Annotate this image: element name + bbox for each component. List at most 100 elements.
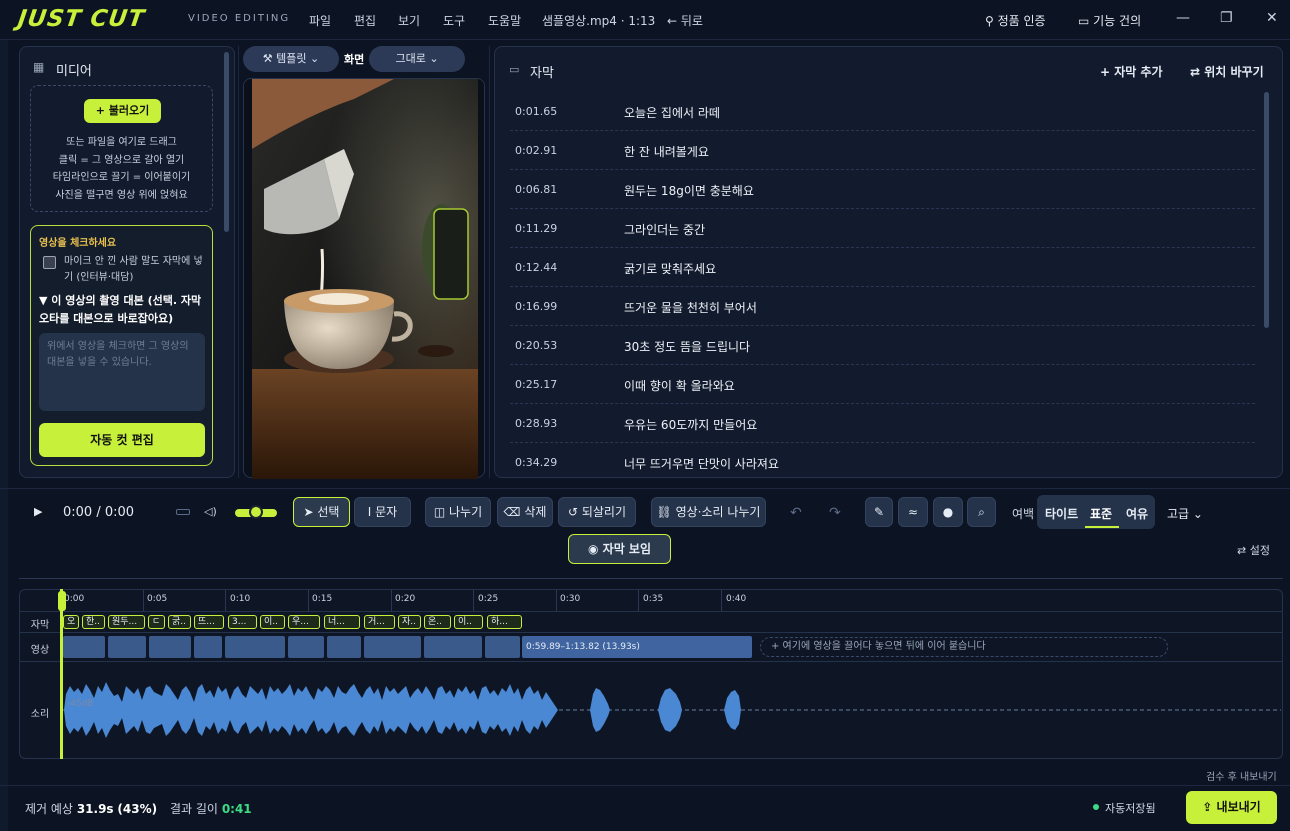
subtitle-row[interactable]: 0:12.44 굵기로 맞춰주세요 — [510, 248, 1255, 287]
zoom-icon[interactable]: ⌕ — [967, 497, 996, 527]
playhead[interactable] — [60, 589, 63, 759]
subtitle-chip[interactable]: 우... — [288, 615, 320, 629]
subtitle-text[interactable]: 원두는 18g이면 충분해요 — [624, 182, 754, 199]
minimize-icon[interactable]: — — [1176, 10, 1190, 26]
auto-cut-button[interactable]: 자동 컷 편집 — [39, 423, 205, 457]
subtitle-text[interactable]: 이때 향이 확 올라와요 — [624, 377, 735, 394]
append-dropzone[interactable]: + 여기에 영상을 끌어다 놓으면 뒤에 이어 붙습니다 — [760, 637, 1168, 657]
mic-checkbox[interactable] — [43, 256, 56, 269]
split-button[interactable]: ◫ 나누기 — [425, 497, 491, 527]
subtitle-row[interactable]: 0:34.29 너무 뜨거우면 단맛이 사라져요 — [510, 443, 1255, 470]
subtitle-chip[interactable]: 하... — [487, 615, 522, 629]
subtitle-chip[interactable]: 너... — [324, 615, 360, 629]
subtitles-scrollbar[interactable] — [1264, 92, 1269, 328]
subtitle-chip[interactable]: 굵.. — [168, 615, 191, 629]
feedback-button[interactable]: ▭ 기능 건의 — [1078, 12, 1141, 29]
redo-icon[interactable]: ↷ — [829, 505, 841, 521]
add-subtitle-button[interactable]: + 자막 추가 — [1100, 63, 1163, 80]
script-title[interactable]: ▼ 이 영상의 촬영 대본 (선택. 자막 오타를 대본으로 바로잡아요) — [39, 292, 209, 328]
template-button[interactable]: ⚒ 템플릿 ⌄ — [243, 46, 339, 72]
subtitle-row[interactable]: 0:11.29 그라인더는 중간 — [510, 209, 1255, 248]
margin-tight[interactable]: 타이트 — [1045, 505, 1078, 522]
menu-edit[interactable]: 편집 — [354, 12, 376, 29]
subtitle-text[interactable]: 한 잔 내려볼게요 — [624, 143, 709, 160]
brush-icon[interactable]: ✎ — [865, 497, 893, 527]
audio-track[interactable] — [62, 664, 1281, 757]
subtitle-row[interactable]: 0:25.17 이때 향이 확 올라와요 — [510, 365, 1255, 404]
video-clip[interactable] — [108, 636, 146, 658]
restore-button[interactable]: ↺ 되살리기 — [558, 497, 636, 527]
delete-button[interactable]: ⌫ 삭제 — [497, 497, 553, 527]
close-icon[interactable]: ✕ — [1266, 10, 1278, 26]
subtitle-row[interactable]: 0:06.81 원두는 18g이면 충분해요 — [510, 170, 1255, 209]
video-preview[interactable] — [243, 78, 485, 479]
subtitle-chip[interactable]: 3... — [228, 615, 257, 629]
subtitle-chip[interactable]: 원두... — [108, 615, 145, 629]
script-textarea[interactable]: 위에서 영상을 체크하면 그 영상의 대본을 넣을 수 있습니다. — [39, 333, 205, 411]
subtitle-row[interactable]: 0:01.65 오늘은 집에서 라떼 — [510, 92, 1255, 131]
subtitle-row[interactable]: 0:02.91 한 잔 내려볼게요 — [510, 131, 1255, 170]
playhead-handle[interactable] — [58, 591, 66, 611]
av-split-button[interactable]: ⛓ 영상·소리 나누기 — [651, 497, 766, 527]
subtitle-chip[interactable]: 오 — [63, 615, 79, 629]
video-clip[interactable] — [63, 636, 105, 658]
play-icon[interactable]: ▶ — [34, 505, 42, 518]
subtitle-text[interactable]: 너무 뜨거우면 단맛이 사라져요 — [624, 455, 779, 470]
wave-icon[interactable]: ≈ — [898, 497, 928, 527]
margin-loose[interactable]: 여유 — [1126, 505, 1148, 522]
video-clip[interactable] — [364, 636, 421, 658]
subtitle-chip[interactable]: 뜨... — [194, 615, 224, 629]
select-tool-button[interactable]: ➤ 선택 — [293, 497, 350, 527]
subtitle-visible-toggle[interactable]: ◉ 자막 보임 — [568, 534, 671, 564]
undo-icon[interactable]: ↶ — [790, 505, 802, 521]
video-clip[interactable] — [327, 636, 361, 658]
panel-divider[interactable] — [489, 46, 490, 478]
subtitle-text[interactable]: 뜨거운 물을 천천히 부어서 — [624, 299, 757, 316]
subtitle-text[interactable]: 30초 정도 뜸을 드립니다 — [624, 338, 750, 355]
back-button[interactable]: ← 뒤로 — [667, 12, 703, 29]
subtitle-text[interactable]: 굵기로 맞춰주세요 — [624, 260, 716, 277]
subtitle-row[interactable]: 0:20.53 30초 정도 뜸을 드립니다 — [510, 326, 1255, 365]
volume-icon[interactable]: ◁) — [204, 505, 217, 518]
subtitle-chip[interactable]: 이.. — [260, 615, 285, 629]
license-button[interactable]: ⚲ 정품 인증 — [985, 12, 1046, 29]
subtitle-text[interactable]: 우유는 60도까지 만들어요 — [624, 416, 757, 433]
mic-icon[interactable]: ● — [933, 497, 963, 527]
subtitle-chip[interactable]: 거... — [364, 615, 395, 629]
advanced-dropdown[interactable]: 고급 ⌄ — [1167, 505, 1203, 522]
menu-view[interactable]: 보기 — [398, 12, 420, 29]
menu-tools[interactable]: 도구 — [443, 12, 465, 29]
subtitle-chip[interactable]: 한.. — [82, 615, 105, 629]
video-clip[interactable] — [225, 636, 285, 658]
subtitle-chip[interactable]: 이.. — [454, 615, 483, 629]
subtitle-row[interactable]: 0:28.93 우유는 60도까지 만들어요 — [510, 404, 1255, 443]
margin-standard[interactable]: 표준 — [1090, 505, 1112, 522]
video-clip[interactable] — [149, 636, 191, 658]
mute-icon[interactable] — [176, 509, 190, 515]
text-tool-button[interactable]: I 문자 — [354, 497, 411, 527]
panel-divider[interactable] — [238, 46, 239, 478]
subtitle-text[interactable]: 오늘은 집에서 라떼 — [624, 104, 720, 121]
video-clip[interactable] — [485, 636, 520, 658]
export-button[interactable]: ⇪ 내보내기 — [1186, 791, 1277, 824]
settings-button[interactable]: ⇄ 설정 — [1237, 542, 1270, 558]
subtitle-text[interactable]: 그라인더는 중간 — [624, 221, 705, 238]
subtitle-chip[interactable]: 온.. — [424, 615, 451, 629]
video-clip[interactable] — [424, 636, 482, 658]
media-scrollbar[interactable] — [224, 52, 229, 232]
video-clip[interactable]: 0:59.89–1:13.82 (13.93s) — [522, 636, 752, 658]
volume-knob[interactable] — [249, 505, 263, 519]
load-button[interactable]: + 불러오기 — [84, 99, 161, 123]
subtitle-chip[interactable]: ㄷ — [148, 615, 165, 629]
unlink-icon: ⛓ — [656, 505, 676, 519]
swap-position-button[interactable]: ⇄ 위치 바꾸기 — [1190, 63, 1264, 80]
mic-checkbox-label[interactable]: 마이크 안 낀 사람 말도 자막에 넣기 (인터뷰·대담) — [64, 254, 210, 286]
menu-file[interactable]: 파일 — [309, 12, 331, 29]
video-clip[interactable] — [194, 636, 222, 658]
maximize-icon[interactable]: ❐ — [1220, 10, 1233, 26]
video-clip[interactable] — [288, 636, 324, 658]
subtitle-row[interactable]: 0:16.99 뜨거운 물을 천천히 부어서 — [510, 287, 1255, 326]
fit-dropdown[interactable]: 그대로 ⌄ — [369, 46, 465, 72]
subtitle-chip[interactable]: 자.. — [398, 615, 421, 629]
menu-help[interactable]: 도움말 — [488, 12, 521, 29]
